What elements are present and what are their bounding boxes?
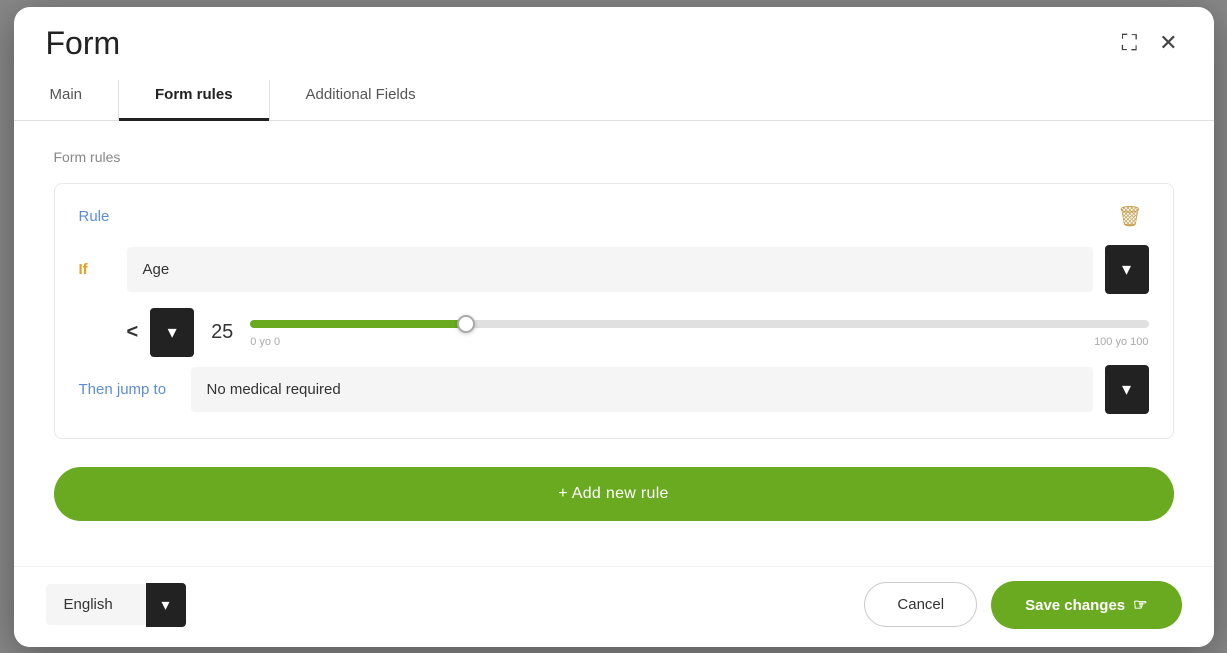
then-field-display: No medical required xyxy=(191,367,1093,412)
modal-title: Form xyxy=(46,25,121,62)
form-rules-section-label: Form rules xyxy=(54,149,1174,165)
operator-display: < xyxy=(127,321,139,344)
rule-card: Rule 🗑 If Age ▾ < ▾ 25 xyxy=(54,183,1174,439)
trash-icon: 🗑 xyxy=(1117,206,1142,228)
language-display: English xyxy=(46,584,146,625)
slider-fill xyxy=(250,320,466,328)
slider-max-label: 100 yo 100 xyxy=(1094,336,1148,348)
modal-footer: English ▾ Cancel Save changes xyxy=(14,566,1214,647)
save-changes-button[interactable]: Save changes xyxy=(991,581,1181,629)
if-row: If Age ▾ xyxy=(79,245,1149,294)
slider-track[interactable] xyxy=(250,320,1148,328)
tab-main[interactable]: Main xyxy=(14,72,119,121)
condition-value-display: 25 xyxy=(206,321,238,344)
condition-row: < ▾ 25 0 yo 0 100 yo 100 xyxy=(79,308,1149,357)
delete-rule-button[interactable]: 🗑 xyxy=(1111,202,1148,231)
close-button[interactable]: ✕ xyxy=(1155,26,1181,60)
age-slider-container: 0 yo 0 100 yo 100 xyxy=(250,316,1148,348)
then-field-dropdown[interactable]: ▾ xyxy=(1105,365,1149,414)
then-label: Then jump to xyxy=(79,381,179,398)
slider-min-label: 0 yo 0 xyxy=(250,336,280,348)
language-selector: English ▾ xyxy=(46,583,186,627)
slider-labels: 0 yo 0 100 yo 100 xyxy=(250,336,1148,348)
if-field-display: Age xyxy=(127,247,1093,292)
language-dropdown-button[interactable]: ▾ xyxy=(146,583,186,627)
tab-additional-fields[interactable]: Additional Fields xyxy=(270,72,452,121)
close-icon: ✕ xyxy=(1159,30,1177,56)
expand-icon: ⛶ xyxy=(1122,30,1137,56)
modal-dialog: Form ⛶ ✕ Main Form rules Additional Fiel… xyxy=(14,7,1214,647)
add-rule-button[interactable]: + Add new rule xyxy=(54,467,1174,521)
modal-header: Form ⛶ ✕ xyxy=(14,7,1214,62)
rule-label: Rule xyxy=(79,208,110,225)
header-icons: ⛶ ✕ xyxy=(1118,26,1182,60)
tabs-bar: Main Form rules Additional Fields xyxy=(14,72,1214,121)
expand-button[interactable]: ⛶ xyxy=(1118,26,1141,60)
if-label: If xyxy=(79,261,115,278)
cancel-button[interactable]: Cancel xyxy=(864,582,977,627)
tab-form-rules[interactable]: Form rules xyxy=(119,72,269,121)
rule-header: Rule 🗑 xyxy=(79,202,1149,231)
footer-buttons: Cancel Save changes xyxy=(864,581,1181,629)
operator-dropdown[interactable]: ▾ xyxy=(150,308,194,357)
chevron-down-icon: ▾ xyxy=(161,595,169,615)
then-row: Then jump to No medical required ▾ xyxy=(79,365,1149,414)
modal-body: Form rules Rule 🗑 If Age ▾ < ▾ 25 xyxy=(14,121,1214,566)
slider-thumb[interactable] xyxy=(457,315,475,333)
if-field-dropdown[interactable]: ▾ xyxy=(1105,245,1149,294)
